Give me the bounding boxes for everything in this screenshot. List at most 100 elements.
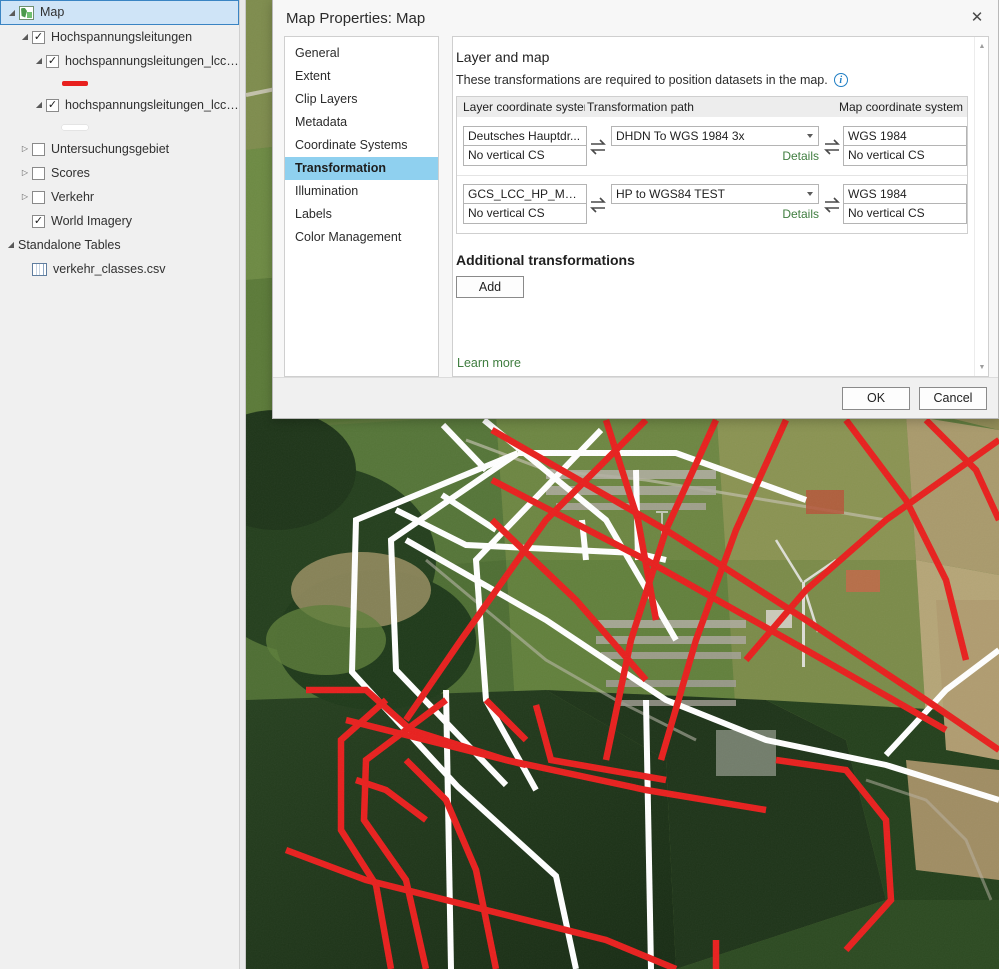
column-header-layer-cs: Layer coordinate system (463, 100, 585, 114)
layer-visibility-checkbox[interactable]: ✓ (32, 190, 45, 204)
collapse-icon[interactable]: ◢ (32, 93, 46, 117)
scroll-up-icon[interactable]: ▲ (975, 39, 989, 53)
map-vertical-cs-field[interactable]: No vertical CS (843, 146, 967, 166)
info-icon[interactable]: i (833, 73, 848, 87)
expand-icon[interactable]: ▷ (18, 161, 32, 185)
swap-arrows-icon-left[interactable] (587, 126, 609, 167)
tree-item-untersuchungsgebiet[interactable]: ▷✓ Untersuchungsgebiet (0, 137, 239, 161)
tree-item-standalone-tables[interactable]: ◢ Standalone Tables (0, 233, 239, 257)
tree-item-hochspannungsleitungen-lcc-hp-2[interactable]: ◢ ✓ hochspannungsleitungen_lcc_hp (0, 93, 239, 117)
section-description-row: These transformations are required to po… (456, 73, 968, 87)
tree-item-label: Hochspannungsleitungen (51, 30, 193, 44)
details-link[interactable]: Details (782, 149, 819, 163)
collapse-icon[interactable]: ◢ (32, 49, 46, 73)
tree-item-label: Scores (51, 166, 90, 180)
map-cs-field[interactable]: WGS 1984 (843, 184, 967, 204)
nav-item-general[interactable]: General (285, 42, 438, 65)
tree-item-label: Untersuchungsgebiet (51, 142, 170, 156)
symbol-line-swatch (62, 80, 88, 86)
table-icon (32, 262, 47, 276)
scroll-down-icon[interactable]: ▼ (975, 360, 989, 374)
tree-item-scores[interactable]: ▷✓ Scores (0, 161, 239, 185)
expand-icon: · (18, 257, 32, 281)
transformation-path-cell: DHDN To WGS 1984 3x Details (611, 126, 819, 165)
dialog-body: General Extent Clip Layers Metadata Coordina… (284, 36, 989, 377)
layer-visibility-checkbox[interactable]: ✓ (32, 142, 45, 156)
layer-symbol-swatch[interactable] (0, 117, 239, 137)
learn-more-link[interactable]: Learn more (457, 356, 521, 370)
layer-cs-field[interactable]: Deutsches Hauptdr... (463, 126, 587, 146)
tree-item-hochspannungsleitungen-lcc-hp-1[interactable]: ◢ ✓ hochspannungsleitungen_lcc_hp (0, 49, 239, 73)
expand-icon[interactable]: ▷ (18, 185, 32, 209)
nav-item-coordinate-systems[interactable]: Coordinate Systems (285, 134, 438, 157)
transformation-pane: ▲ ▼ Layer and map These transformations … (452, 36, 989, 377)
tree-item-label: verkehr_classes.csv (53, 262, 166, 276)
tree-item-label: hochspannungsleitungen_lcc_hp (65, 54, 239, 68)
learn-more-wrap: Learn more (457, 356, 521, 370)
tree-item-world-imagery[interactable]: ·✓ World Imagery (0, 209, 239, 233)
tree-item-hochspannungsleitungen-group[interactable]: ◢ ✓ Hochspannungsleitungen (0, 25, 239, 49)
details-row: Details (611, 204, 819, 223)
nav-item-clip-layers[interactable]: Clip Layers (285, 88, 438, 111)
layer-visibility-checkbox[interactable]: ✓ (32, 30, 45, 44)
tree-item-label: World Imagery (51, 214, 133, 228)
map-coordinate-system-cell: WGS 1984 No vertical CS (843, 184, 967, 224)
swap-arrows-icon (590, 138, 606, 155)
nav-item-extent[interactable]: Extent (285, 65, 438, 88)
table-body: Deutsches Hauptdr... No vertical CS DHDN T… (457, 118, 967, 233)
layer-vertical-cs-field[interactable]: No vertical CS (463, 146, 587, 166)
nav-item-metadata[interactable]: Metadata (285, 111, 438, 134)
layer-visibility-checkbox[interactable]: ✓ (32, 214, 45, 228)
expand-icon: · (18, 209, 32, 233)
close-icon[interactable]: ✕ (962, 4, 992, 30)
pane-content: Layer and map These transformations are … (453, 37, 988, 298)
transformation-path-cell: HP to WGS84 TEST Details (611, 184, 819, 223)
tree-item-map[interactable]: ◢ Map (0, 0, 239, 25)
column-header-map-cs: Map coordinate system (839, 100, 964, 114)
layer-symbol-swatch[interactable] (0, 73, 239, 93)
collapse-icon[interactable]: ◢ (18, 25, 32, 49)
layer-cs-field[interactable]: GCS_LCC_HP_Matt... (463, 184, 587, 204)
map-properties-dialog: Map Properties: Map ✕ General Extent Clip … (272, 0, 999, 419)
section-title: Layer and map (456, 49, 550, 65)
tree-item-label: Standalone Tables (18, 238, 121, 252)
details-row: Details (611, 146, 819, 165)
section-description: These transformations are required to po… (456, 73, 828, 87)
add-transformation-button[interactable]: Add (456, 276, 524, 298)
application-window: ◢ Map ◢ ✓ Hochspannungsleitungen ◢ ✓ hochspannu… (0, 0, 999, 969)
swap-arrows-icon-right[interactable] (821, 126, 843, 167)
cancel-button[interactable]: Cancel (919, 386, 987, 410)
dialog-titlebar[interactable]: Map Properties: Map ✕ (273, 0, 998, 36)
transformation-path-select[interactable]: HP to WGS84 TEST (611, 184, 819, 204)
tree-item-verkehr[interactable]: ▷✓ Verkehr (0, 185, 239, 209)
swap-arrows-icon (824, 138, 840, 155)
layer-coordinate-system-cell: Deutsches Hauptdr... No vertical CS (463, 126, 587, 166)
layer-visibility-checkbox[interactable]: ✓ (32, 166, 45, 180)
swap-arrows-icon-right[interactable] (821, 184, 843, 225)
layer-vertical-cs-field[interactable]: No vertical CS (463, 204, 587, 224)
details-link[interactable]: Details (782, 207, 819, 221)
tree-item-verkehr-classes-csv[interactable]: · verkehr_classes.csv (0, 257, 239, 281)
map-vertical-cs-field[interactable]: No vertical CS (843, 204, 967, 224)
expand-icon[interactable]: ▷ (18, 137, 32, 161)
nav-item-illumination[interactable]: Illumination (285, 180, 438, 203)
column-header-path: Transformation path (587, 100, 694, 114)
tree-item-label: hochspannungsleitungen_lcc_hp (65, 98, 239, 112)
nav-item-labels[interactable]: Labels (285, 203, 438, 226)
transformation-path-select[interactable]: DHDN To WGS 1984 3x (611, 126, 819, 146)
collapse-icon[interactable]: ◢ (4, 233, 18, 257)
layer-visibility-checkbox[interactable]: ✓ (46, 54, 59, 68)
swap-arrows-icon-left[interactable] (587, 184, 609, 225)
ok-button[interactable]: OK (842, 386, 910, 410)
collapse-icon[interactable]: ◢ (5, 1, 19, 24)
swap-arrows-icon (824, 196, 840, 213)
map-coordinate-system-cell: WGS 1984 No vertical CS (843, 126, 967, 166)
swap-arrows-icon (590, 196, 606, 213)
nav-item-transformation[interactable]: Transformation (285, 157, 438, 180)
map-cs-field[interactable]: WGS 1984 (843, 126, 967, 146)
layer-visibility-checkbox[interactable]: ✓ (46, 98, 59, 112)
pane-scrollbar[interactable]: ▲ ▼ (974, 37, 988, 376)
pane-divider[interactable] (240, 0, 246, 969)
nav-item-color-management[interactable]: Color Management (285, 226, 438, 249)
chevron-down-icon (807, 134, 813, 138)
